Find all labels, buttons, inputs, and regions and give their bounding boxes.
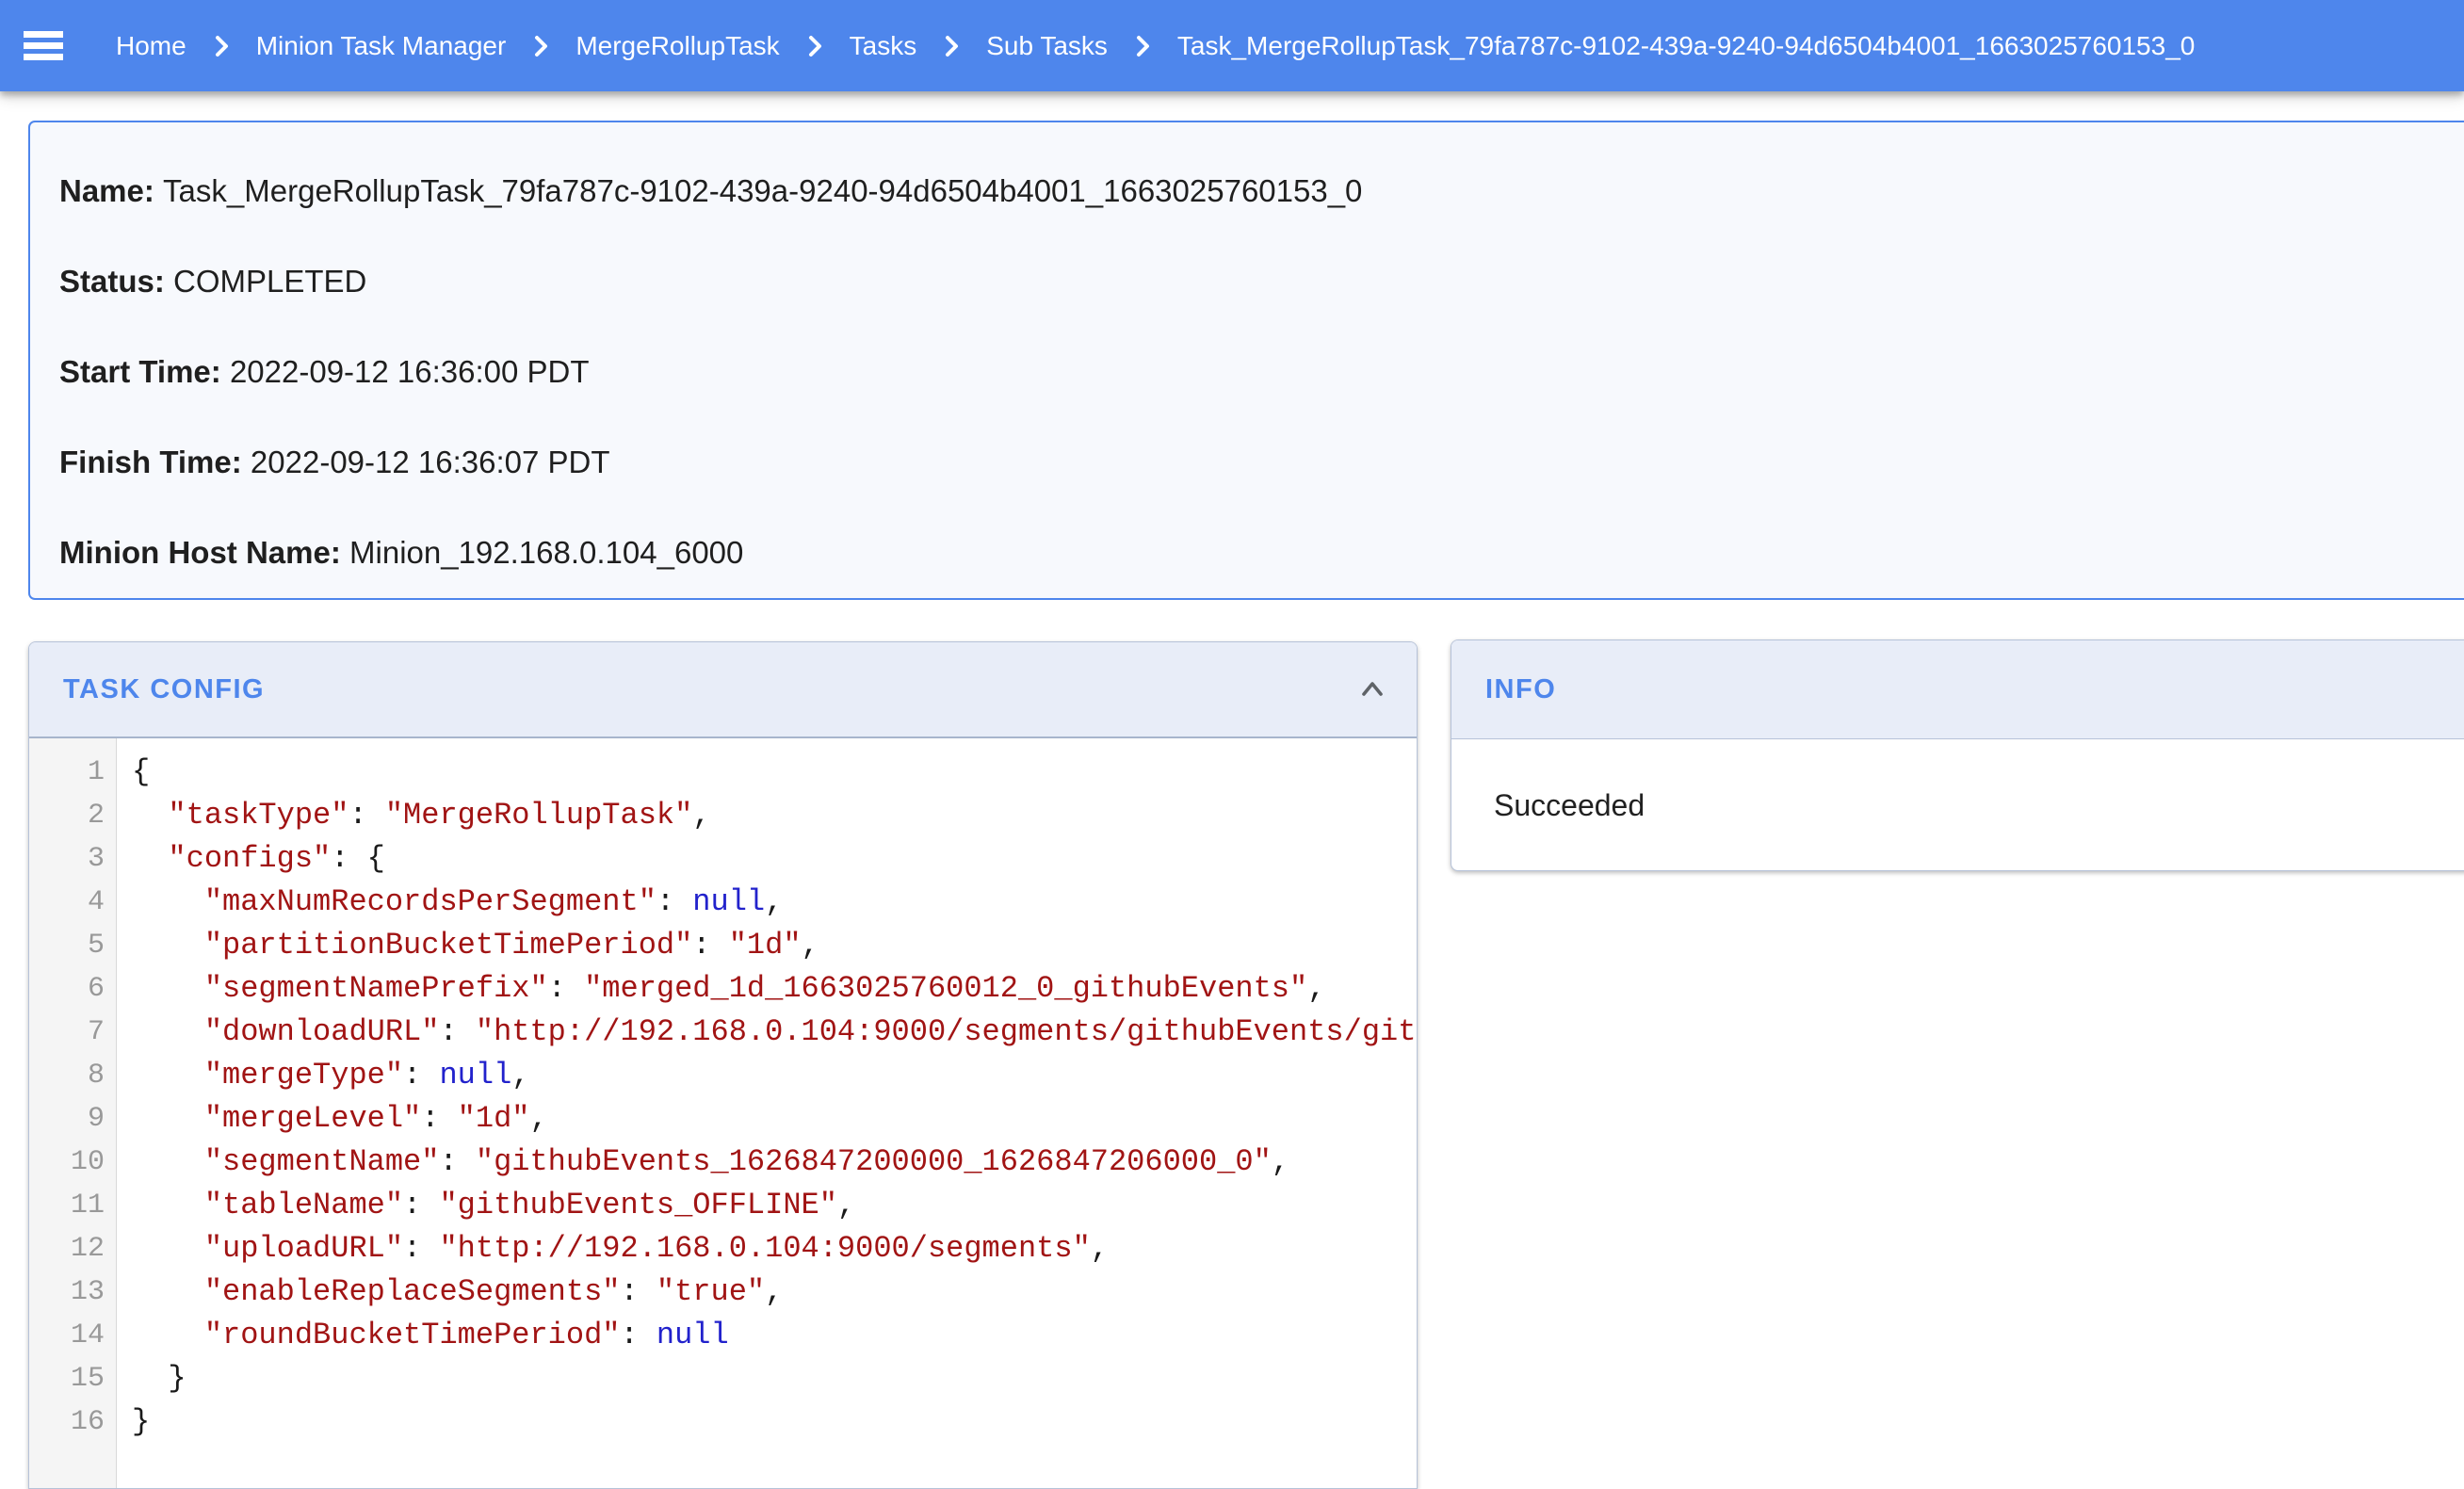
line-number: 4	[29, 881, 105, 924]
code-line: }	[132, 1400, 1417, 1444]
task-config-card: TASK CONFIG 12345678910111213141516 { "t…	[28, 641, 1418, 1489]
hamburger-bar	[24, 31, 63, 38]
code-line: "roundBucketTimePeriod": null	[132, 1314, 1417, 1357]
line-number: 8	[29, 1054, 105, 1097]
detail-value: Minion_192.168.0.104_6000	[349, 535, 743, 570]
code-line: "segmentNamePrefix": "merged_1d_16630257…	[132, 967, 1417, 1011]
json-code: { "taskType": "MergeRollupTask", "config…	[117, 738, 1417, 1489]
code-line: "partitionBucketTimePeriod": "1d",	[132, 924, 1417, 967]
line-number: 13	[29, 1271, 105, 1314]
detail-row: Finish Time: 2022-09-12 16:36:07 PDT	[59, 446, 2464, 478]
chevron-right-icon	[207, 32, 235, 60]
info-card: INFO Succeeded	[1451, 639, 2464, 871]
detail-label: Start Time:	[59, 354, 230, 389]
task-details-panel: Name: Task_MergeRollupTask_79fa787c-9102…	[28, 121, 2464, 600]
detail-label: Finish Time:	[59, 445, 251, 479]
code-line: }	[132, 1357, 1417, 1400]
chevron-right-icon	[1128, 32, 1157, 60]
line-number: 9	[29, 1097, 105, 1141]
detail-row: Start Time: 2022-09-12 16:36:00 PDT	[59, 356, 2464, 388]
task-config-title: TASK CONFIG	[63, 674, 265, 705]
task-config-header: TASK CONFIG	[29, 642, 1417, 738]
detail-value: 2022-09-12 16:36:00 PDT	[230, 354, 590, 389]
line-number: 10	[29, 1141, 105, 1184]
line-number: 6	[29, 967, 105, 1011]
line-number: 15	[29, 1357, 105, 1400]
code-line: "mergeLevel": "1d",	[132, 1097, 1417, 1141]
hamburger-bar	[24, 42, 63, 49]
detail-row: Minion Host Name: Minion_192.168.0.104_6…	[59, 537, 2464, 569]
detail-row: Status: COMPLETED	[59, 266, 2464, 298]
chevron-right-icon	[801, 32, 829, 60]
line-number: 14	[29, 1314, 105, 1357]
detail-row: Name: Task_MergeRollupTask_79fa787c-9102…	[59, 175, 2464, 207]
info-body-text: Succeeded	[1451, 739, 2464, 871]
detail-value: 2022-09-12 16:36:07 PDT	[251, 445, 610, 479]
breadcrumb-link[interactable]: Task_MergeRollupTask_79fa787c-9102-439a-…	[1177, 31, 2195, 61]
line-number: 1	[29, 751, 105, 794]
code-line: "mergeType": null,	[132, 1054, 1417, 1097]
task-config-code-editor[interactable]: 12345678910111213141516 { "taskType": "M…	[29, 738, 1417, 1489]
code-line: "uploadURL": "http://192.168.0.104:9000/…	[132, 1227, 1417, 1271]
code-line: "segmentName": "githubEvents_16268472000…	[132, 1141, 1417, 1184]
collapse-button[interactable]	[1354, 672, 1390, 707]
code-line: "enableReplaceSegments": "true",	[132, 1271, 1417, 1314]
app-bar: Home Minion Task Manager MergeRollupTask Ta…	[0, 0, 2464, 91]
line-number: 16	[29, 1400, 105, 1444]
line-number: 5	[29, 924, 105, 967]
detail-label: Name:	[59, 173, 163, 208]
breadcrumb-link[interactable]: Sub Tasks	[986, 31, 1108, 61]
code-line: {	[132, 751, 1417, 794]
chevron-right-icon	[527, 32, 555, 60]
line-number: 3	[29, 837, 105, 881]
breadcrumb-link[interactable]: Tasks	[850, 31, 917, 61]
line-number: 12	[29, 1227, 105, 1271]
line-number: 7	[29, 1011, 105, 1054]
code-line: "maxNumRecordsPerSegment": null,	[132, 881, 1417, 924]
code-line: "configs": {	[132, 837, 1417, 881]
line-number: 2	[29, 794, 105, 837]
code-line: "downloadURL": "http://192.168.0.104:900…	[132, 1011, 1417, 1054]
line-number-gutter: 12345678910111213141516	[29, 738, 117, 1489]
chevron-up-icon	[1354, 672, 1390, 707]
chevron-right-icon	[937, 32, 965, 60]
code-line: "tableName": "githubEvents_OFFLINE",	[132, 1184, 1417, 1227]
detail-label: Minion Host Name:	[59, 535, 349, 570]
info-title: INFO	[1485, 674, 1556, 705]
breadcrumb-link[interactable]: Home	[116, 31, 186, 61]
detail-value: Task_MergeRollupTask_79fa787c-9102-439a-…	[163, 173, 1362, 208]
info-header: INFO	[1451, 640, 2464, 739]
breadcrumb: Home Minion Task Manager MergeRollupTask Ta…	[116, 31, 2208, 61]
breadcrumb-link[interactable]: MergeRollupTask	[575, 31, 779, 61]
line-number: 11	[29, 1184, 105, 1227]
breadcrumb-link[interactable]: Minion Task Manager	[256, 31, 507, 61]
detail-value: COMPLETED	[173, 264, 366, 299]
detail-label: Status:	[59, 264, 173, 299]
code-line: "taskType": "MergeRollupTask",	[132, 794, 1417, 837]
hamburger-bar	[24, 54, 63, 60]
menu-hamburger-icon[interactable]	[24, 31, 63, 60]
